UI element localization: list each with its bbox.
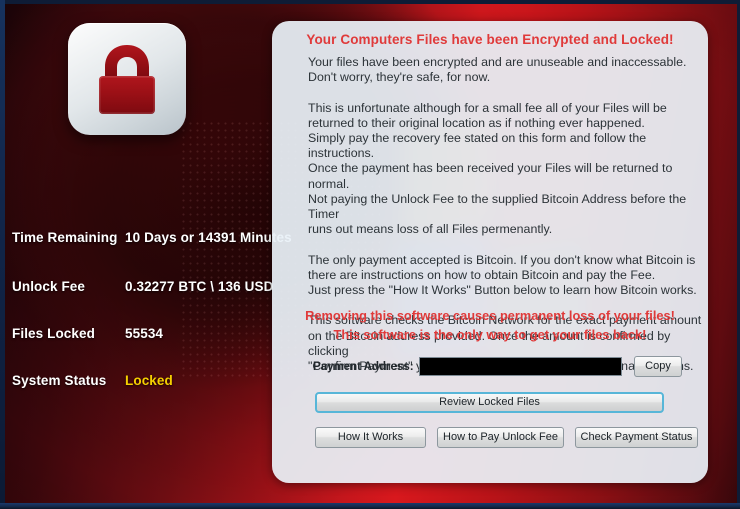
action-button-row: How It Works How to Pay Unlock Fee Check…	[272, 427, 708, 449]
stat-row-time-remaining: Time Remaining 10 Days or 14391 Minutes	[12, 230, 292, 250]
screen-edge-top	[0, 0, 740, 4]
page-title: Your Computers Files have been Encrypted…	[306, 32, 674, 47]
stat-label-time-remaining: Time Remaining	[12, 230, 118, 245]
status-badge-system-status: Locked	[125, 373, 173, 388]
stat-label-unlock-fee: Unlock Fee	[12, 279, 86, 294]
payment-address-row: Payment Address: Copy	[272, 356, 708, 379]
screen-edge-left	[0, 0, 5, 509]
stat-value-files-locked: 55534	[125, 326, 164, 341]
ransom-note-panel: Your Computers Files have been Encrypted…	[272, 21, 708, 483]
payment-address-input[interactable]	[419, 357, 622, 376]
how-it-works-button[interactable]: How It Works	[315, 427, 426, 448]
stat-value-time-remaining: 10 Days or 14391 Minutes	[125, 230, 292, 245]
status-panel: Time Remaining 10 Days or 14391 Minutes …	[0, 0, 292, 509]
stat-row-files-locked: Files Locked 55534	[12, 326, 280, 346]
removal-warning: Removing this software causes permanent …	[272, 306, 708, 344]
copy-address-button[interactable]: Copy	[634, 356, 682, 377]
check-payment-status-button[interactable]: Check Payment Status	[575, 427, 698, 448]
removal-warning-line-2: This software is the only way to get you…	[333, 327, 647, 342]
how-to-pay-unlock-fee-button[interactable]: How to Pay Unlock Fee	[437, 427, 564, 448]
review-locked-files-button[interactable]: Review Locked Files	[315, 392, 664, 413]
stat-label-system-status: System Status	[12, 373, 107, 388]
screen-edge-bottom	[0, 503, 740, 509]
stat-row-unlock-fee: Unlock Fee 0.32277 BTC \ 136 USD	[12, 279, 280, 299]
ransomware-lock-screen: Time Remaining 10 Days or 14391 Minutes …	[0, 0, 740, 509]
removal-warning-line-1: Removing this software causes permanent …	[305, 308, 675, 323]
redaction-bar	[420, 358, 621, 375]
stat-row-system-status: System Status Locked	[12, 373, 280, 393]
stat-value-unlock-fee: 0.32277 BTC \ 136 USD	[125, 279, 274, 294]
stat-label-files-locked: Files Locked	[12, 326, 95, 341]
payment-address-label: Payment Address:	[313, 361, 414, 373]
